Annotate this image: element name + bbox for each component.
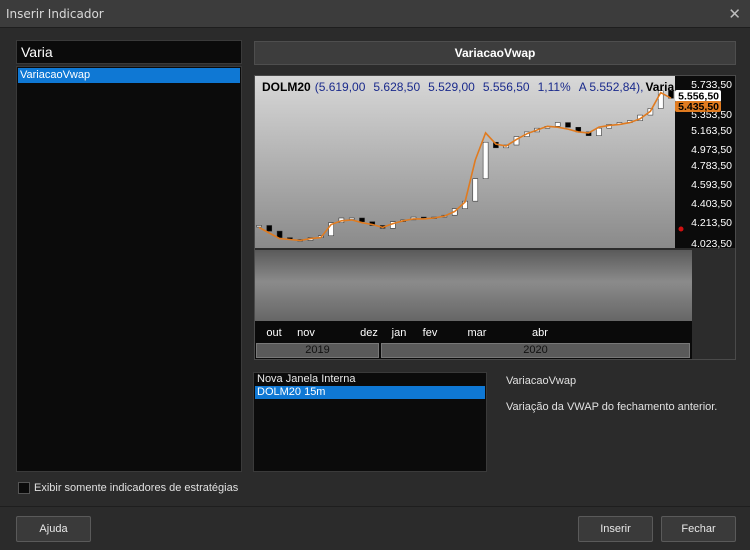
indicator-list: VariacaoVwap: [16, 66, 242, 472]
price-candle: [276, 230, 283, 238]
close-icon[interactable]: ✕: [728, 5, 741, 23]
series-layer: [256, 90, 674, 242]
chart-preview: 2019 2020 DOLM20 (5.619,00 5.628,50 5.529,0…: [254, 75, 736, 360]
search-input[interactable]: [16, 40, 242, 64]
price-candle: [565, 122, 571, 128]
description-text: Variação da VWAP do fechamento anterior.: [506, 401, 718, 413]
y-tick-label: 4.213,50: [691, 217, 732, 229]
insert-button[interactable]: Inserir: [578, 516, 653, 542]
axis-layer: 5.733,505.353,505.163,504.973,504.783,50…: [266, 79, 732, 339]
chart-canvas: DOLM20 (5.619,00 5.628,50 5.529,00 5.556,50 1…: [256, 79, 732, 339]
x-month-label: mar: [468, 327, 487, 339]
vwap-price-tag-text: 5.435,50: [678, 101, 719, 113]
quote-high: 5.628,50: [373, 80, 420, 94]
y-tick-label: 4.783,50: [691, 160, 732, 172]
title-bar: Inserir Indicador ✕: [0, 0, 750, 28]
y-tick-label: 4.403,50: [691, 198, 732, 210]
price-candle: [554, 122, 561, 127]
x-month-label: fev: [423, 327, 438, 339]
y-tick-label: 4.023,50: [691, 238, 732, 250]
price-candle: [266, 225, 273, 232]
target-item[interactable]: DOLM20 15m: [255, 386, 485, 399]
description-name: VariacaoVwap: [506, 375, 577, 387]
footer-divider: [0, 506, 750, 507]
strategy-only-checkbox[interactable]: [18, 482, 30, 494]
window-title: Inserir Indicador: [6, 7, 104, 21]
quote-change: 1,11%: [538, 80, 571, 94]
price-candle: [596, 127, 602, 136]
quote-open: 5.619,00: [319, 80, 366, 94]
price-candle: [359, 217, 365, 222]
x-month-label: jan: [391, 327, 407, 339]
target-item[interactable]: Nova Janela Interna: [255, 373, 485, 386]
price-candle: [256, 225, 262, 228]
x-month-label: dez: [360, 327, 378, 339]
y-tick-label: 4.973,50: [691, 144, 732, 156]
strategy-filter: Exibir somente indicadores de estratégia…: [18, 481, 238, 495]
vwap-line: [258, 91, 672, 242]
y-tick-label: 4.593,50: [691, 179, 732, 191]
quote-close: 5.556,50: [483, 80, 530, 94]
quote-symbol: DOLM20: [262, 80, 311, 94]
quote-avg: A 5.552,84: [579, 80, 637, 94]
list-item[interactable]: VariacaoVwap: [18, 68, 240, 83]
quote-line: DOLM20 (5.619,00 5.628,50 5.529,00 5.556,50 1…: [262, 80, 674, 94]
x-month-label: abr: [532, 327, 548, 339]
help-button[interactable]: Ajuda: [16, 516, 91, 542]
close-button[interactable]: Fechar: [661, 516, 736, 542]
strategy-only-label: Exibir somente indicadores de estratégia…: [34, 482, 239, 494]
preview-title: VariacaoVwap: [254, 41, 736, 65]
marker-dot: [678, 226, 684, 232]
x-month-label: nov: [297, 327, 315, 339]
y-tick-label: 5.733,50: [691, 79, 732, 91]
x-month-label: out: [266, 327, 281, 339]
quote-low: 5.529,00: [428, 80, 475, 94]
target-window-list: Nova Janela Interna DOLM20 15m: [253, 372, 487, 472]
price-candle: [482, 141, 489, 179]
price-candle: [472, 178, 479, 202]
y-tick-label: 5.163,50: [691, 125, 732, 137]
